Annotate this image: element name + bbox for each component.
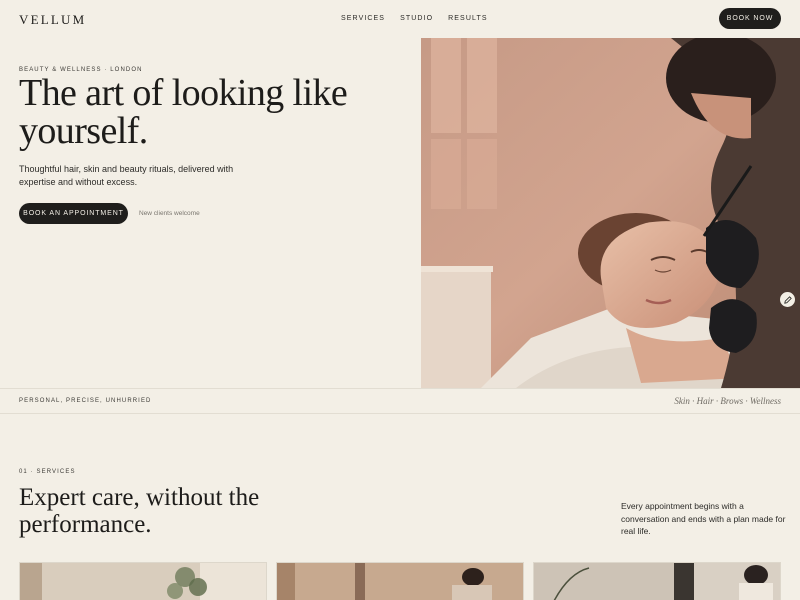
service-card-image[interactable] (19, 562, 267, 600)
hero-title: The art of looking like yourself. (19, 72, 348, 152)
nav-results[interactable]: RESULTS (448, 15, 487, 22)
brand-logo[interactable]: VELLUM (19, 12, 86, 28)
service-card-image[interactable] (276, 562, 524, 600)
service-card-image[interactable] (533, 562, 781, 600)
section-title: Expert care, without the performance. (19, 484, 260, 538)
main-nav: SERVICES STUDIO RESULTS (341, 15, 488, 22)
nav-studio[interactable]: STUDIO (400, 15, 433, 22)
book-appointment-button[interactable]: BOOK AN APPOINTMENT (19, 203, 128, 224)
edit-icon[interactable] (780, 292, 795, 307)
tagline-strip: PERSONAL, PRECISE, UNHURRIED Skin · Hair… (0, 388, 800, 414)
hero-image (421, 38, 800, 388)
strip-categories: Skin · Hair · Brows · Wellness (674, 396, 781, 406)
section-label: 01 · SERVICES (19, 469, 76, 475)
nav-services[interactable]: SERVICES (341, 15, 385, 22)
book-now-button[interactable]: BOOK NOW (719, 8, 781, 29)
section-note: Every appointment begins with a conversa… (621, 501, 786, 536)
strip-tagline: PERSONAL, PRECISE, UNHURRIED (19, 398, 152, 404)
hero-subtitle: Thoughtful hair, skin and beauty rituals… (19, 164, 234, 187)
cta-note: New clients welcome (139, 210, 200, 217)
